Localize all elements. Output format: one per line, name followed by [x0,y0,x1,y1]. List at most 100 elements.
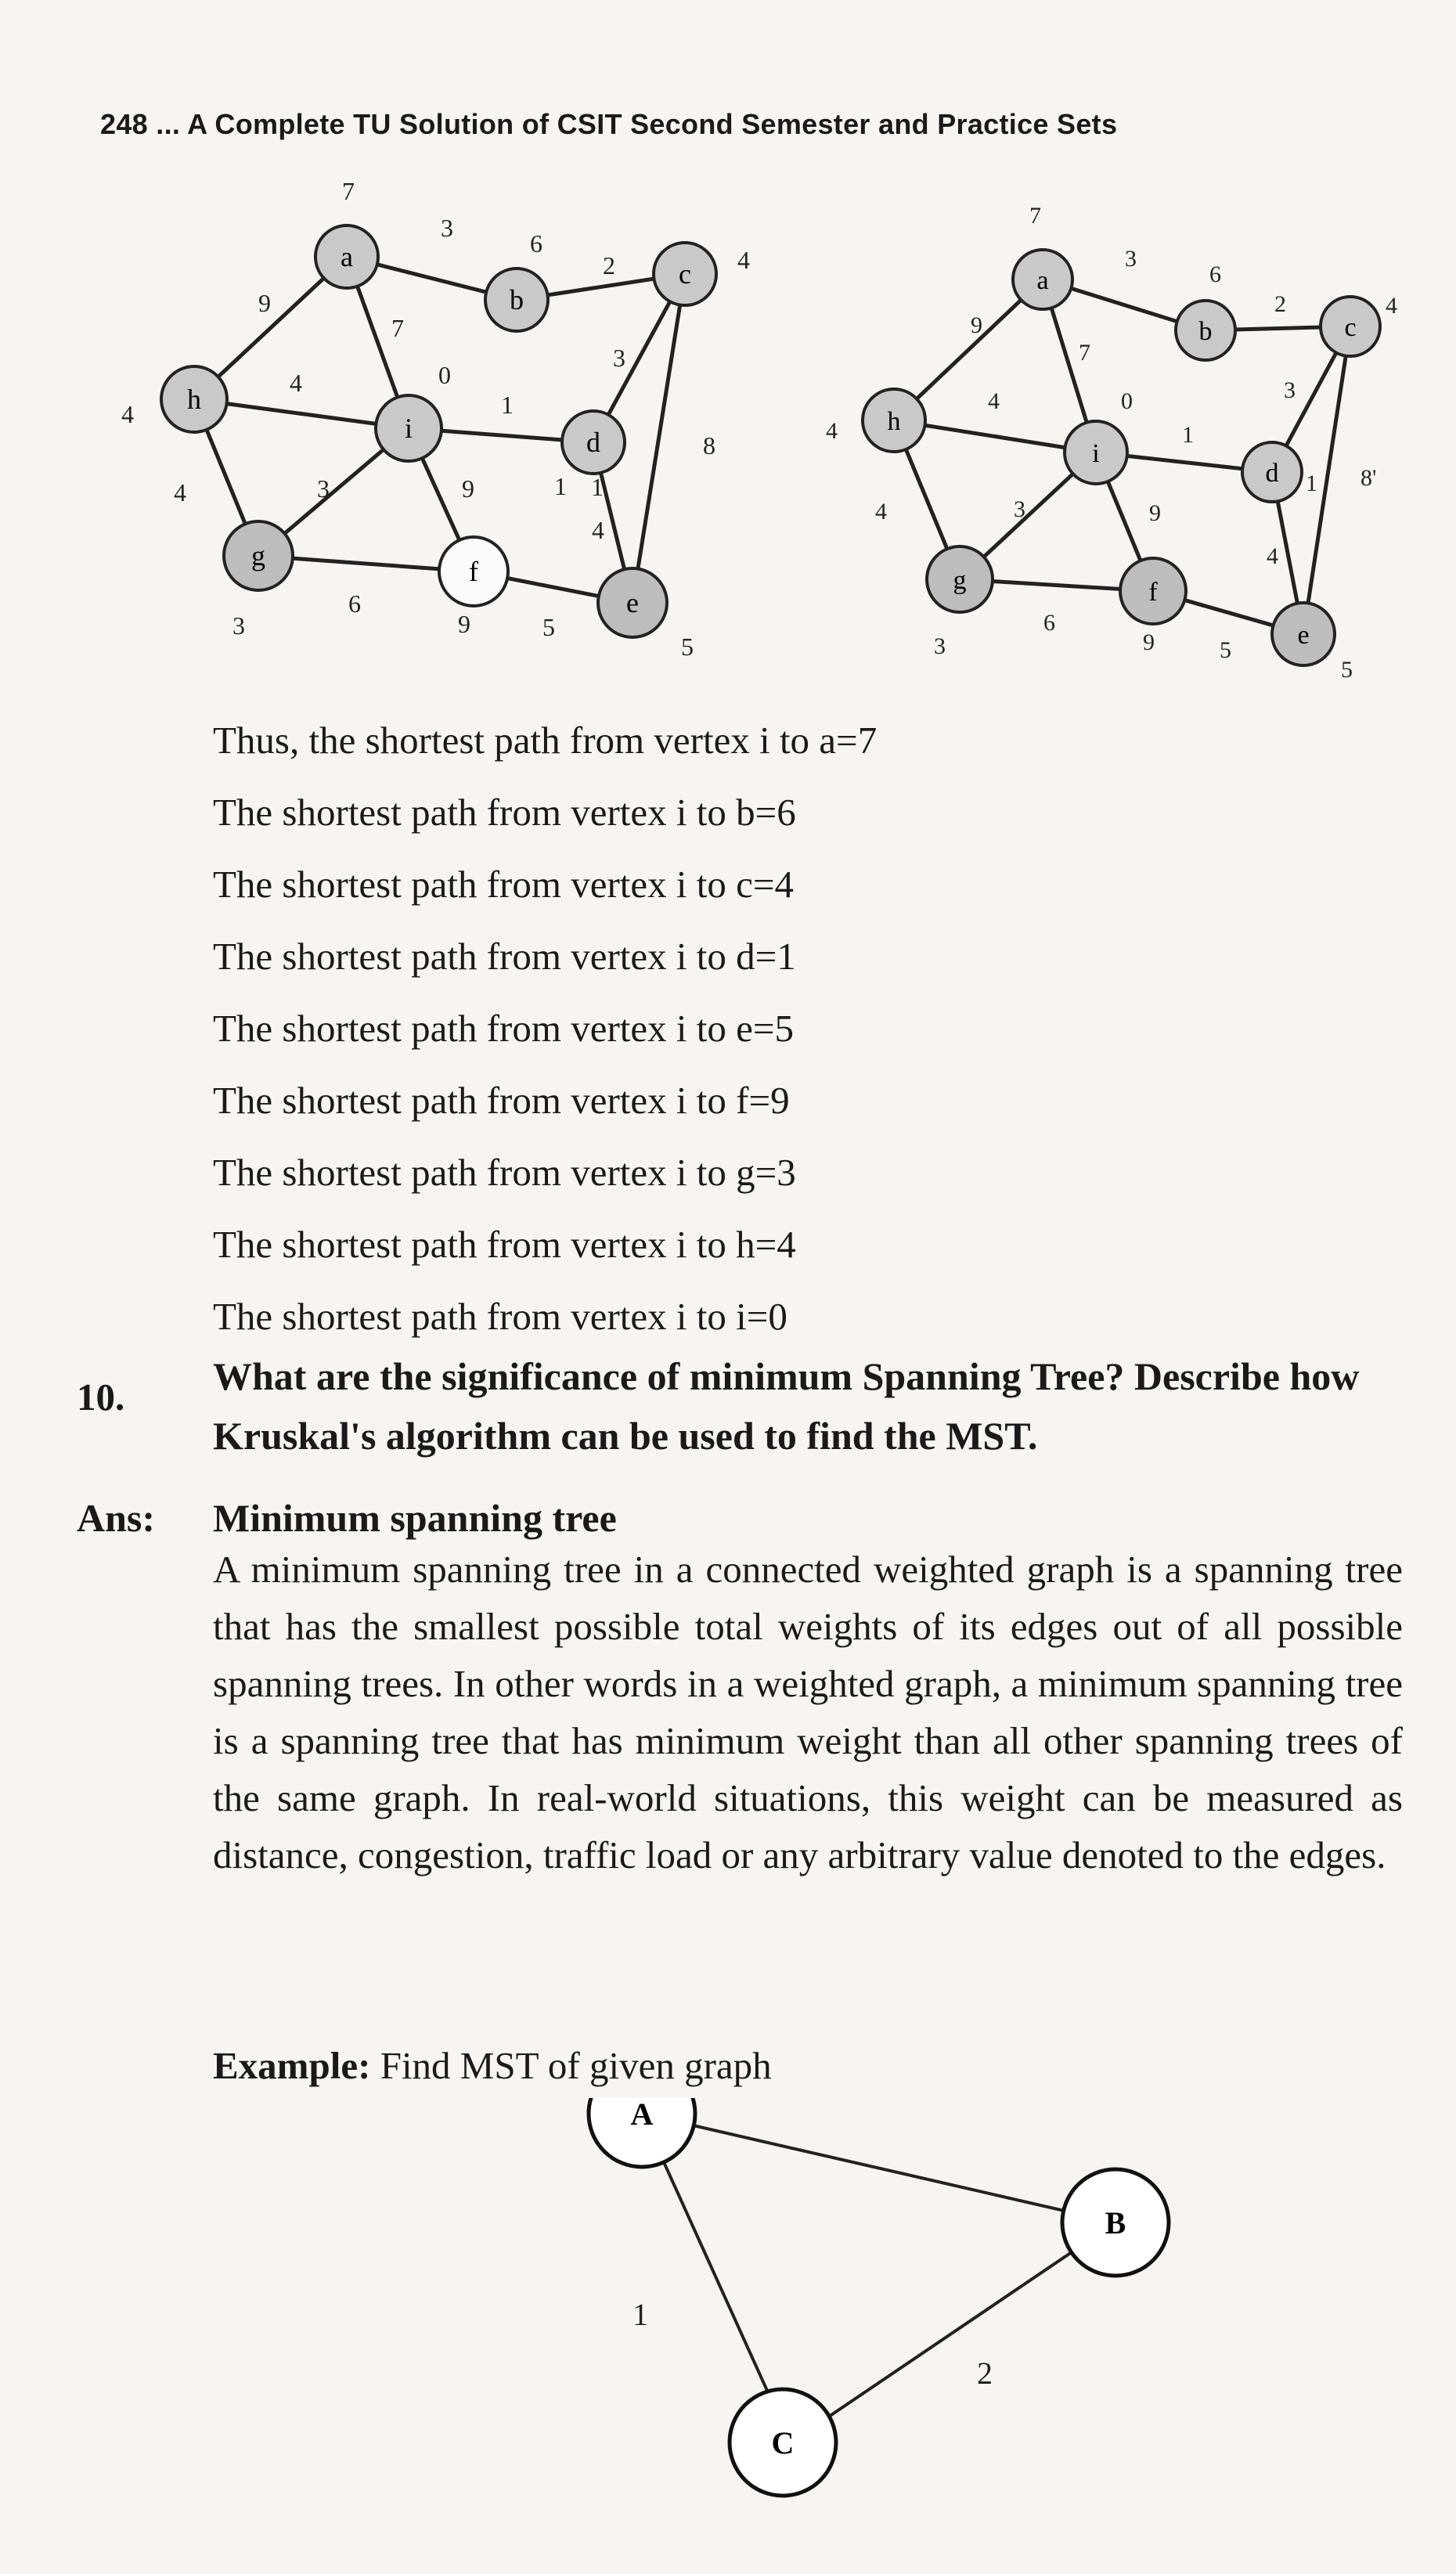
svg-text:4: 4 [737,246,750,274]
graph-right-nodes: a b c h i d g f e [861,248,1382,667]
svg-text:e: e [1297,621,1309,650]
svg-text:7: 7 [1029,203,1041,229]
svg-text:A: A [631,2098,654,2132]
svg-text:6: 6 [1043,610,1055,636]
shortest-path-line: The shortest path from vertex i to f=9 [213,1079,790,1122]
shortest-path-line: The shortest path from vertex i to h=4 [213,1223,796,1266]
svg-text:9: 9 [462,474,474,503]
node-i: i [1063,420,1129,485]
svg-text:3: 3 [1125,246,1137,272]
svg-text:2: 2 [977,2356,993,2391]
graph-left: a b c h i d g f e 7 6 4 1 5 9 3 4 0 3 9 … [121,177,750,661]
svg-text:6: 6 [530,229,542,258]
shortest-path-line: The shortest path from vertex i to i=0 [213,1295,787,1338]
svg-text:5: 5 [1341,657,1353,683]
svg-text:2: 2 [603,251,615,279]
question-text: What are the significance of minimum Spa… [213,1354,1360,1458]
svg-text:9: 9 [971,312,982,338]
svg-text:0: 0 [438,361,451,389]
svg-text:b: b [1199,317,1213,346]
svg-text:f: f [1148,578,1158,607]
node-a: a [1011,248,1074,311]
svg-text:6: 6 [348,589,361,618]
svg-text:3: 3 [317,474,330,503]
node-C: C [727,2387,838,2498]
svg-text:1: 1 [554,472,567,500]
example-label: Example: [213,2044,371,2087]
svg-text:4: 4 [875,499,887,525]
svg-text:4: 4 [592,516,604,544]
node-b: b [484,267,550,333]
svg-text:4: 4 [826,418,838,444]
svg-text:h: h [888,407,901,436]
answer-label: Ans: [77,1496,156,1540]
shortest-path-line: The shortest path from vertex i to b=6 [213,791,796,834]
node-e: e [1270,601,1336,667]
svg-text:e: e [626,587,639,618]
svg-text:2: 2 [1274,291,1286,317]
shortest-path-line: Thus, the shortest path from vertex i to… [213,719,878,762]
shortest-path-line: The shortest path from vertex i to d=1 [213,935,796,978]
svg-text:9: 9 [258,289,271,317]
question-number: 10. [77,1375,125,1419]
node-d: d [560,409,626,475]
svg-text:4: 4 [1267,543,1278,569]
example-text: Find MST of given graph [370,2044,772,2087]
svg-text:a: a [1036,266,1048,295]
svg-text:g: g [251,540,265,571]
svg-text:i: i [405,413,413,444]
svg-text:8: 8 [703,431,715,460]
svg-text:7: 7 [342,177,355,205]
node-d: d [1241,441,1303,503]
mst-nodes: A B C [586,2098,1171,2498]
svg-text:a: a [341,241,353,272]
node-i: i [374,394,443,463]
svg-text:1: 1 [632,2297,648,2332]
node-h: h [861,388,927,453]
svg-text:7: 7 [1079,340,1090,366]
node-c: c [652,241,718,307]
svg-text:4: 4 [988,388,1000,414]
svg-text:4: 4 [174,478,186,507]
node-e: e [596,567,669,639]
svg-text:c: c [679,258,691,290]
shortest-path-line: The shortest path from vertex i to e=5 [213,1007,795,1050]
svg-text:3: 3 [613,344,625,372]
mst-example-graph: A B C 4 1 2 [586,2098,1171,2498]
svg-text:8': 8' [1360,465,1376,491]
svg-text:f: f [469,556,478,587]
svg-text:B: B [1105,2205,1126,2241]
svg-text:i: i [1092,439,1099,468]
svg-text:1: 1 [501,391,514,419]
svg-text:5: 5 [1220,637,1231,663]
svg-text:h: h [187,384,201,415]
svg-text:3: 3 [232,611,245,640]
node-B: B [1060,2167,1171,2278]
svg-text:5: 5 [681,633,694,661]
shortest-path-list: Thus, the shortest path from vertex i to… [213,705,877,1353]
graph-right: a b c h i d g f e 7 6 4 1 5 9 3 4 0 3 9 … [826,203,1397,683]
svg-text:g: g [953,566,967,595]
svg-text:9: 9 [458,610,470,638]
node-f: f [438,535,510,607]
svg-text:3: 3 [441,214,453,242]
svg-text:3: 3 [1014,496,1025,522]
node-A: A [586,2098,697,2169]
node-a: a [314,224,380,290]
node-h: h [160,365,229,434]
svg-text:4: 4 [1386,293,1397,319]
svg-text:1: 1 [591,473,604,501]
node-c: c [1319,295,1382,358]
svg-text:c: c [1344,313,1356,342]
svg-text:7: 7 [391,314,404,342]
answer-heading: Minimum spanning tree [213,1496,617,1540]
svg-text:1: 1 [1306,470,1317,496]
svg-text:4: 4 [121,400,134,428]
answer-paragraph: A minimum spanning tree in a connected w… [213,1548,1403,1876]
svg-text:d: d [1266,459,1279,488]
node-g: g [925,545,994,614]
svg-text:3: 3 [934,633,946,659]
svg-text:9: 9 [1143,629,1155,655]
shortest-path-line: The shortest path from vertex i to c=4 [213,863,795,906]
svg-text:6: 6 [1209,261,1221,287]
